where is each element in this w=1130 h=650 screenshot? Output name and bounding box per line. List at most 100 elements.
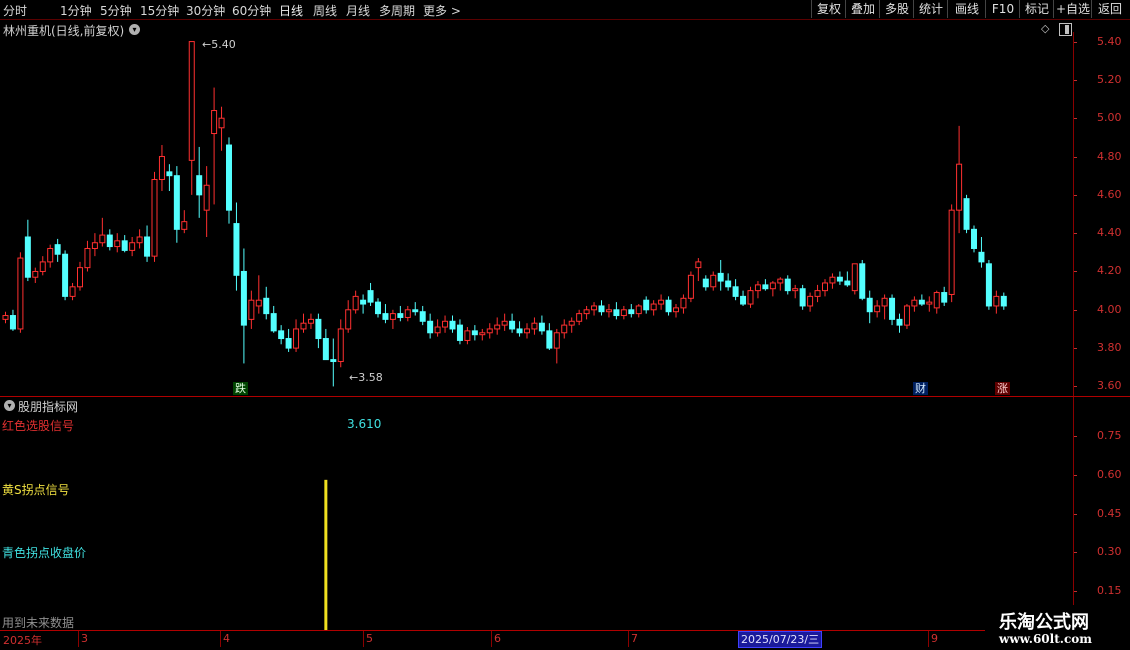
candle bbox=[427, 313, 434, 339]
period-tab-10[interactable]: 更多 > bbox=[423, 2, 461, 19]
year-label: 2025年 bbox=[3, 634, 42, 647]
period-tab-6[interactable]: 日线 bbox=[279, 2, 303, 19]
month-tick-0 bbox=[78, 631, 79, 647]
period-tab-2[interactable]: 5分钟 bbox=[100, 2, 132, 19]
candle bbox=[211, 87, 218, 205]
candle bbox=[456, 319, 463, 345]
toolbar-button-4[interactable]: 画线 bbox=[947, 0, 986, 18]
toolbar-button-6[interactable]: 标记 bbox=[1019, 0, 1054, 18]
price-tick-mark-6 bbox=[1074, 271, 1077, 273]
period-tab-9[interactable]: 多周期 bbox=[379, 2, 415, 19]
event-tag-rise[interactable]: 涨 bbox=[995, 382, 1010, 395]
month-label-1: 4 bbox=[223, 632, 230, 645]
candle bbox=[173, 166, 180, 243]
indicator-tick-mark-4 bbox=[1074, 591, 1077, 593]
candle bbox=[583, 305, 590, 320]
period-tab-0[interactable]: 分时 bbox=[3, 2, 27, 19]
candle bbox=[218, 106, 225, 151]
high-price-label: ←5.40 bbox=[202, 38, 236, 51]
period-tab-1[interactable]: 1分钟 bbox=[60, 2, 92, 19]
candle bbox=[702, 275, 709, 291]
period-tab-4[interactable]: 30分钟 bbox=[186, 2, 225, 19]
candle bbox=[233, 202, 240, 291]
candle bbox=[471, 325, 478, 341]
price-tick-5: 4.40 bbox=[1097, 226, 1122, 240]
indicator-tick-0: 0.75 bbox=[1097, 428, 1122, 442]
candle bbox=[382, 304, 389, 324]
candle bbox=[717, 259, 724, 291]
candle bbox=[918, 294, 925, 306]
candle bbox=[978, 236, 985, 268]
indicator-tick-mark-0 bbox=[1074, 435, 1077, 437]
candle bbox=[836, 271, 843, 285]
toolbar-button-1[interactable]: 叠加 bbox=[845, 0, 880, 18]
price-tick-mark-9 bbox=[1074, 386, 1077, 388]
price-tick-8: 3.80 bbox=[1097, 341, 1122, 355]
candle bbox=[792, 284, 799, 299]
candle bbox=[546, 323, 553, 351]
period-tab-5[interactable]: 60分钟 bbox=[232, 2, 271, 19]
candle bbox=[985, 259, 992, 310]
candle bbox=[255, 275, 262, 314]
candle bbox=[740, 290, 747, 306]
event-tag-finance[interactable]: 财 bbox=[913, 382, 928, 395]
candle bbox=[531, 317, 538, 335]
candle bbox=[807, 292, 814, 312]
toolbar-button-2[interactable]: 多股 bbox=[879, 0, 914, 18]
month-tick-2 bbox=[363, 631, 364, 647]
candle bbox=[91, 233, 98, 257]
toolbar-button-8[interactable]: 返回 bbox=[1091, 0, 1128, 18]
price-tick-mark-2 bbox=[1074, 118, 1077, 120]
period-tab-7[interactable]: 周线 bbox=[313, 2, 337, 19]
toolbar-button-7[interactable]: +自选 bbox=[1053, 0, 1092, 18]
candle bbox=[1000, 292, 1007, 310]
candle bbox=[158, 145, 165, 192]
price-tick-6: 4.20 bbox=[1097, 264, 1122, 278]
candle bbox=[144, 225, 151, 262]
price-tick-mark-4 bbox=[1074, 194, 1077, 196]
price-tick-mark-7 bbox=[1074, 309, 1077, 311]
toolbar-button-5[interactable]: F10 bbox=[985, 0, 1020, 18]
candle bbox=[799, 284, 806, 310]
candle bbox=[494, 317, 501, 335]
candle bbox=[613, 302, 620, 320]
candle bbox=[2, 311, 9, 324]
toolbar-button-0[interactable]: 复权 bbox=[811, 0, 846, 18]
candle bbox=[993, 290, 1000, 314]
candle bbox=[360, 294, 367, 314]
candle bbox=[106, 229, 113, 251]
price-tick-1: 5.20 bbox=[1097, 72, 1122, 86]
candle bbox=[486, 323, 493, 339]
period-tab-8[interactable]: 月线 bbox=[346, 2, 370, 19]
candle bbox=[293, 319, 300, 352]
candle bbox=[32, 267, 39, 283]
candle bbox=[434, 319, 441, 337]
candle bbox=[501, 313, 508, 331]
price-tick-7: 4.00 bbox=[1097, 302, 1122, 316]
candle bbox=[732, 279, 739, 301]
month-label-5: 9 bbox=[931, 632, 938, 645]
candle bbox=[278, 325, 285, 345]
candlestick-chart[interactable] bbox=[0, 32, 1074, 396]
event-tag-fall[interactable]: 跌 bbox=[233, 382, 248, 395]
month-tick-5 bbox=[928, 631, 929, 647]
high-price-value: 5.40 bbox=[211, 38, 236, 51]
candle bbox=[605, 304, 612, 318]
watermark: 乐淘公式网 www.60lt.com bbox=[985, 605, 1130, 650]
candle bbox=[769, 281, 776, 297]
toolbar-button-3[interactable]: 统计 bbox=[913, 0, 948, 18]
candle bbox=[874, 300, 881, 318]
candle bbox=[62, 250, 69, 301]
candle bbox=[643, 296, 650, 314]
candle bbox=[121, 235, 128, 253]
candle bbox=[307, 313, 314, 329]
indicator-tick-mark-2 bbox=[1074, 513, 1077, 515]
candle bbox=[814, 284, 821, 303]
price-tick-mark-0 bbox=[1074, 41, 1077, 43]
period-tab-3[interactable]: 15分钟 bbox=[140, 2, 179, 19]
indicator-chart[interactable] bbox=[0, 397, 1074, 630]
candle bbox=[129, 236, 136, 257]
candle bbox=[754, 281, 761, 299]
candle bbox=[926, 296, 933, 312]
month-label-4: 7 bbox=[631, 632, 638, 645]
